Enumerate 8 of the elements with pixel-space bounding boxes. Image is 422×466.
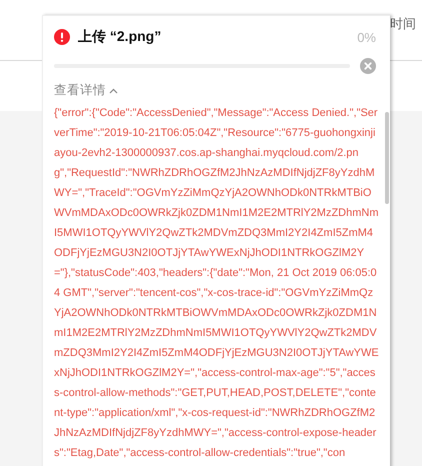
upload-title: 上传 “2.png” xyxy=(78,28,162,46)
close-icon[interactable] xyxy=(360,58,376,74)
chevron-icon xyxy=(109,88,118,94)
error-details: {"error":{"Code":"AccessDenied","Message":"Access Denied.","ServerTime":"2019-10-21T06:05:04Z","Resource":"6775-guohongxinjiayou-2evh2-1300000937.cos.ap-shanghai.myqcloud.com/2.png","RequestId":"NWRhZDRhOGZfM2JhNzAzMDIfNjdjZF8yYzdhMWY=","TraceId":"OGVmYzZiMmQzYjA2OWNhODk0NTRkMTBiOWVmMDAxODc0OWRkZjk0ZDM1NmI1M2E2MTRlY2MzZDhmNmI5MWI1OTQyYWVlY2QwZTk2MDVmZDQ3MmI2Y2I4ZmI5ZmM4ODFjYjEzMGU3N2I0OTJjYTAwYWExNjJhODI1NTRkOGZlM2Y="},"statusCode":403,"headers":{"date":"Mon, 21 Oct 2019 06:05:04 GMT","server":"tencent-cos","x-cos-trace-id":"OGVmYzZiMmQzYjA2OWNhODk0NTRkMTBiOWVmMDAxODc0OWRkZjk0ZDM1NmI1M2E2MTRlY2MzZDhmNmI5MWI1OTQyYWVlY2QwZTk2MDVmZDQ3MmI2Y2I4ZmI5ZmM4ODFjYjEzMGU3N2I0OTJjYTAwYWExNjJhODI1NTRkOGZlM2Y=","access-control-max-age":"5","access-control-allow-methods":"GET,PUT,HEAD,POST,DELETE","content-type":"application/xml","x-cos-request-id":"NWRhZDRhOGZfM2JhNzAzMDIfNjdjZF8yYzdhMWY=","access-control-expose-headers":"Etag,Date","access-control-allow-credentials":"true","con xyxy=(54,106,380,461)
details-toggle[interactable]: 查看详情 xyxy=(54,82,118,99)
progress-percent: 0% xyxy=(357,30,376,44)
scrollbar[interactable] xyxy=(385,112,389,204)
column-header: 时间 xyxy=(390,15,416,33)
